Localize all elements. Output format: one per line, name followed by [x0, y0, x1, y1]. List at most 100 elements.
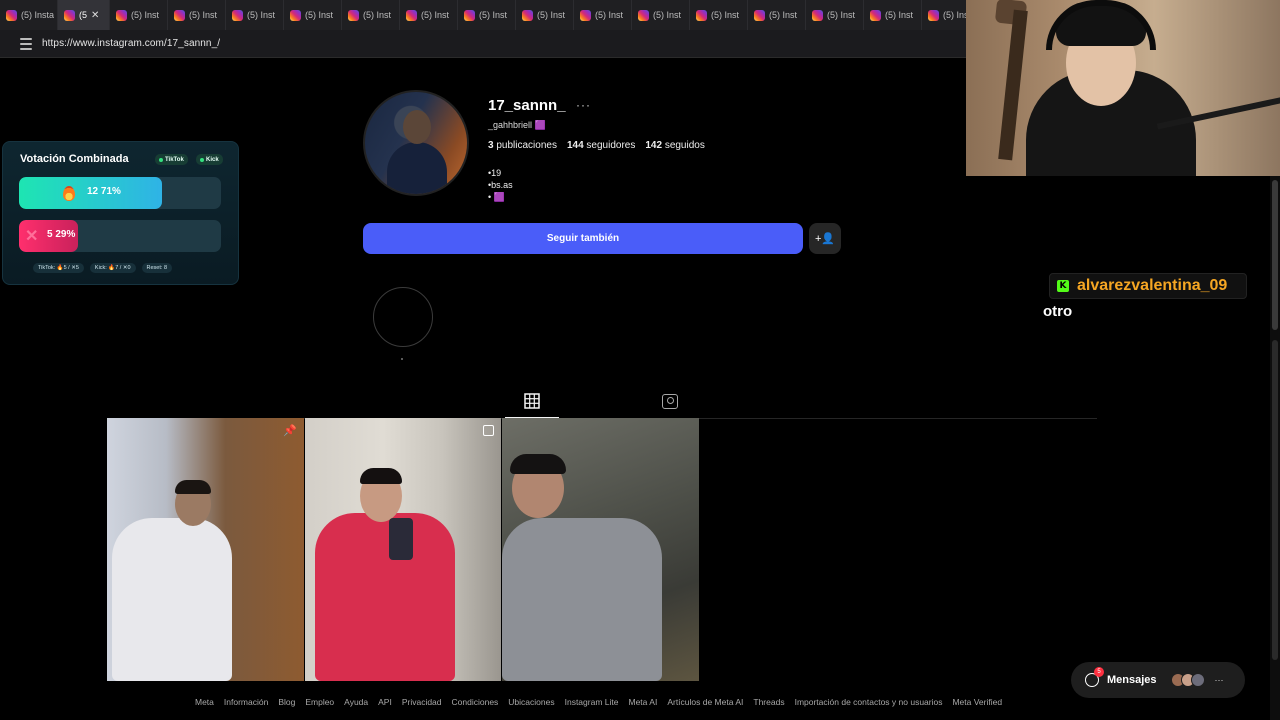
- tiktok-badge: TikTok: [155, 154, 188, 165]
- browser-tab[interactable]: (5) Inst: [690, 0, 748, 30]
- browser-tab[interactable]: (5 ✕: [58, 0, 110, 30]
- following-stat[interactable]: 142 seguidos: [645, 140, 705, 151]
- post-photo-hair: [175, 480, 211, 494]
- chat-username-box: K alvarezvalentina_09: [1049, 273, 1247, 299]
- posts-grid-tab-icon[interactable]: [524, 393, 540, 409]
- post-photo-hair: [510, 454, 566, 474]
- tab-label: (5) Inst: [247, 10, 276, 20]
- tiktok-tally: TikTok: 🔥5 / ✕5: [33, 263, 84, 273]
- instagram-favicon-icon: [870, 9, 881, 21]
- instagram-favicon-icon: [696, 9, 707, 21]
- post-photo-phone: [389, 518, 413, 560]
- bio-line: •19: [488, 168, 502, 178]
- avatar: [1190, 673, 1205, 687]
- instagram-favicon-icon: [522, 9, 533, 21]
- more-icon: ···: [1214, 675, 1224, 685]
- highlight-label: [401, 358, 403, 360]
- tab-label: (5) Inst: [595, 10, 624, 20]
- browser-tab[interactable]: (5) Inst: [574, 0, 632, 30]
- footer-link[interactable]: Meta: [195, 697, 214, 707]
- footer-link[interactable]: API: [378, 697, 392, 707]
- footer-link[interactable]: Instagram Lite: [565, 697, 619, 707]
- tab-label: (5) Inst: [479, 10, 508, 20]
- guitar-neck: [998, 9, 1028, 161]
- scrollbar-thumb[interactable]: [1272, 180, 1278, 330]
- profile-username: 17_sannn_: [488, 97, 566, 114]
- x-icon: ✕: [25, 228, 39, 245]
- profile-stats: 3 publicaciones 144 seguidores 142 segui…: [488, 140, 705, 151]
- browser-tab[interactable]: (5) Inst: [168, 0, 226, 30]
- instagram-favicon-icon: [64, 9, 75, 21]
- kick-logo-icon: K: [1057, 280, 1069, 292]
- followers-stat[interactable]: 144 seguidores: [567, 140, 635, 151]
- profile-bio: •19 •bs.as • 🟪: [488, 167, 513, 203]
- browser-tab[interactable]: (5) Inst: [284, 0, 342, 30]
- vote-title: Votación Combinada: [20, 153, 129, 165]
- browser-tab[interactable]: (5) Insta: [0, 0, 58, 30]
- story-highlight[interactable]: [373, 287, 433, 347]
- footer-link[interactable]: Empleo: [305, 697, 334, 707]
- option-b-label: 5 29%: [47, 229, 76, 240]
- url-text[interactable]: https://www.instagram.com/17_sannn_/: [42, 38, 220, 49]
- footer-link[interactable]: Ayuda: [344, 697, 368, 707]
- instagram-favicon-icon: [406, 9, 417, 21]
- tab-label: (5: [79, 10, 88, 20]
- instagram-favicon-icon: [290, 9, 301, 21]
- messages-button[interactable]: 5 Mensajes ···: [1071, 662, 1245, 698]
- post-thumbnail[interactable]: [107, 418, 304, 681]
- posts-stat: 3 publicaciones: [488, 140, 557, 151]
- footer-link[interactable]: Información: [224, 697, 268, 707]
- footer-link[interactable]: Condiciones: [452, 697, 499, 707]
- vote-overlay: Votación Combinada TikTok Kick 12 71% ✕ …: [2, 141, 239, 285]
- tab-label: (5) Inst: [537, 10, 566, 20]
- footer-links: Meta Información Blog Empleo Ayuda API Privaci…: [195, 697, 1002, 707]
- avatar-head: [403, 110, 431, 144]
- footer-link[interactable]: Meta Verified: [952, 697, 1002, 707]
- browser-tab[interactable]: (5) Inst: [342, 0, 400, 30]
- recent-chat-avatars: [1170, 673, 1205, 687]
- suggested-users-button[interactable]: +👤: [809, 223, 841, 254]
- post-photo-hair: [360, 468, 402, 484]
- footer-link[interactable]: Privacidad: [402, 697, 442, 707]
- footer-link[interactable]: Blog: [278, 697, 295, 707]
- post-photo-figure: [502, 518, 662, 681]
- post-photo-figure: [112, 518, 232, 681]
- tab-label: (5) Insta: [21, 10, 55, 20]
- more-options-icon[interactable]: ···: [576, 98, 591, 112]
- footer-link[interactable]: Importación de contactos y no usuarios: [795, 697, 943, 707]
- messages-label: Mensajes: [1107, 674, 1157, 686]
- site-settings-icon[interactable]: [20, 37, 32, 50]
- browser-tab[interactable]: (5) Inst: [864, 0, 922, 30]
- tab-label: (5) Inst: [421, 10, 450, 20]
- footer-link[interactable]: Meta AI: [628, 697, 657, 707]
- instagram-favicon-icon: [638, 9, 649, 21]
- scrollbar-thumb[interactable]: [1272, 340, 1278, 660]
- option-a-bar: 12 71%: [19, 177, 221, 209]
- browser-tab[interactable]: (5) Inst: [632, 0, 690, 30]
- browser-tab[interactable]: (5) Inst: [110, 0, 168, 30]
- footer-link[interactable]: Threads: [753, 697, 784, 707]
- browser-tab[interactable]: (5) Inst: [400, 0, 458, 30]
- kick-badge: Kick: [196, 154, 223, 165]
- profile-avatar[interactable]: [363, 90, 469, 196]
- browser-tab[interactable]: (5) Inst: [748, 0, 806, 30]
- post-thumbnail[interactable]: [305, 418, 501, 681]
- webcam-feed: [966, 0, 1280, 176]
- tagged-tab-icon[interactable]: [662, 394, 678, 409]
- follow-back-button[interactable]: Seguir también: [363, 223, 803, 254]
- close-tab-icon[interactable]: ✕: [91, 10, 99, 21]
- footer-link[interactable]: Artículos de Meta AI: [667, 697, 743, 707]
- kick-tally: Kick: 🔥7 / ✕0: [89, 263, 136, 273]
- add-user-icon: +👤: [814, 233, 836, 245]
- unread-badge: 5: [1094, 667, 1104, 677]
- browser-tab[interactable]: (5) Inst: [226, 0, 284, 30]
- browser-tab[interactable]: (5) Inst: [806, 0, 864, 30]
- instagram-favicon-icon: [174, 9, 185, 21]
- vote-footer: TikTok: 🔥5 / ✕5 Kick: 🔥7 / ✕0 Reset: 8: [33, 263, 172, 273]
- tab-label: (5) Inst: [131, 10, 160, 20]
- footer-link[interactable]: Ubicaciones: [508, 697, 554, 707]
- post-thumbnail[interactable]: [502, 418, 699, 681]
- browser-tab[interactable]: (5) Inst: [458, 0, 516, 30]
- carousel-post-icon: [483, 425, 494, 436]
- browser-tab[interactable]: (5) Inst: [516, 0, 574, 30]
